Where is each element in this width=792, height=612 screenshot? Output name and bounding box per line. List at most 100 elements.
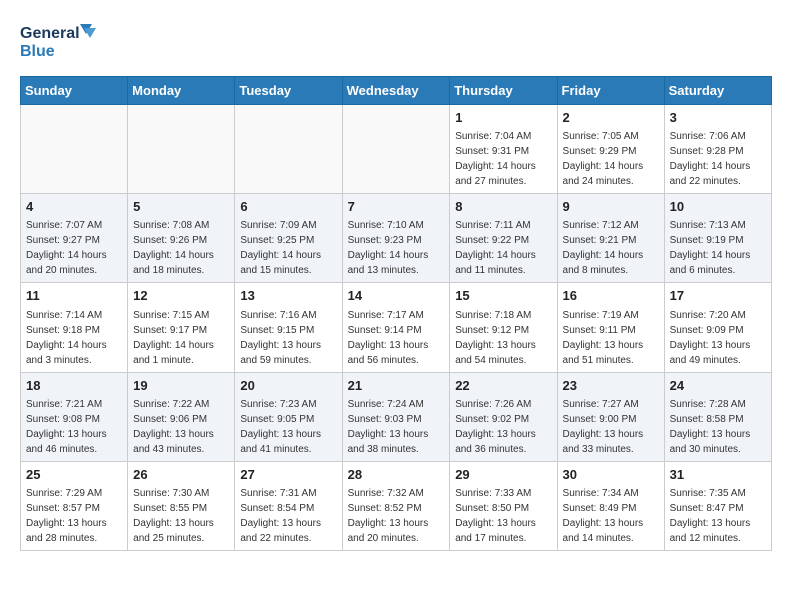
weekday-header-tuesday: Tuesday: [235, 77, 342, 105]
calendar-day-cell: 25 Sunrise: 7:29 AMSunset: 8:57 PMDayligh…: [21, 461, 128, 550]
calendar-day-cell: [21, 105, 128, 194]
day-info: Sunrise: 7:20 AMSunset: 9:09 PMDaylight:…: [670, 308, 766, 368]
day-number: 17: [670, 287, 766, 305]
day-number: 18: [26, 377, 122, 395]
calendar-week-row: 11 Sunrise: 7:14 AMSunset: 9:18 PMDayligh…: [21, 283, 772, 372]
weekday-header-thursday: Thursday: [450, 77, 557, 105]
day-info: Sunrise: 7:04 AMSunset: 9:31 PMDaylight:…: [455, 129, 551, 189]
calendar-day-cell: 3 Sunrise: 7:06 AMSunset: 9:28 PMDaylight…: [664, 105, 771, 194]
day-info: Sunrise: 7:26 AMSunset: 9:02 PMDaylight:…: [455, 397, 551, 457]
day-info: Sunrise: 7:28 AMSunset: 8:58 PMDaylight:…: [670, 397, 766, 457]
day-info: Sunrise: 7:23 AMSunset: 9:05 PMDaylight:…: [240, 397, 336, 457]
calendar-day-cell: [235, 105, 342, 194]
day-info: Sunrise: 7:05 AMSunset: 9:29 PMDaylight:…: [563, 129, 659, 189]
day-number: 27: [240, 466, 336, 484]
calendar-week-row: 18 Sunrise: 7:21 AMSunset: 9:08 PMDayligh…: [21, 372, 772, 461]
logo-icon: GeneralBlue: [20, 20, 100, 60]
calendar-day-cell: 2Sunrise: 7:05 AMSunset: 9:29 PMDaylight…: [557, 105, 664, 194]
calendar-day-cell: 23Sunrise: 7:27 AMSunset: 9:00 PMDayligh…: [557, 372, 664, 461]
day-info: Sunrise: 7:18 AMSunset: 9:12 PMDaylight:…: [455, 308, 551, 368]
day-info: Sunrise: 7:19 AMSunset: 9:11 PMDaylight:…: [563, 308, 659, 368]
day-info: Sunrise: 7:24 AMSunset: 9:03 PMDaylight:…: [348, 397, 445, 457]
day-info: Sunrise: 7:07 AMSunset: 9:27 PMDaylight:…: [26, 218, 122, 278]
calendar-day-cell: 13Sunrise: 7:16 AMSunset: 9:15 PMDayligh…: [235, 283, 342, 372]
day-number: 25: [26, 466, 122, 484]
day-info: Sunrise: 7:08 AMSunset: 9:26 PMDaylight:…: [133, 218, 229, 278]
calendar-day-cell: 16 Sunrise: 7:19 AMSunset: 9:11 PMDayligh…: [557, 283, 664, 372]
calendar-header-row: SundayMondayTuesdayWednesdayThursdayFrid…: [21, 77, 772, 105]
svg-text:Blue: Blue: [20, 43, 55, 60]
day-info: Sunrise: 7:13 AMSunset: 9:19 PMDaylight:…: [670, 218, 766, 278]
calendar-day-cell: 28 Sunrise: 7:32 AMSunset: 8:52 PMDayligh…: [342, 461, 450, 550]
day-number: 4: [26, 198, 122, 216]
calendar-day-cell: 20 Sunrise: 7:23 AMSunset: 9:05 PMDayligh…: [235, 372, 342, 461]
day-info: Sunrise: 7:16 AMSunset: 9:15 PMDaylight:…: [240, 308, 336, 368]
weekday-header-wednesday: Wednesday: [342, 77, 450, 105]
calendar-day-cell: 11 Sunrise: 7:14 AMSunset: 9:18 PMDayligh…: [21, 283, 128, 372]
page-header: GeneralBlue: [20, 20, 772, 60]
day-info: Sunrise: 7:15 AMSunset: 9:17 PMDaylight:…: [133, 308, 229, 368]
day-info: Sunrise: 7:17 AMSunset: 9:14 PMDaylight:…: [348, 308, 445, 368]
day-number: 19: [133, 377, 229, 395]
calendar-day-cell: [342, 105, 450, 194]
day-number: 15: [455, 287, 551, 305]
day-number: 26: [133, 466, 229, 484]
day-info: Sunrise: 7:33 AMSunset: 8:50 PMDaylight:…: [455, 486, 551, 546]
day-info: Sunrise: 7:30 AMSunset: 8:55 PMDaylight:…: [133, 486, 229, 546]
weekday-header-sunday: Sunday: [21, 77, 128, 105]
day-number: 16: [563, 287, 659, 305]
calendar-day-cell: 7 Sunrise: 7:10 AMSunset: 9:23 PMDaylight…: [342, 194, 450, 283]
calendar-day-cell: 27 Sunrise: 7:31 AMSunset: 8:54 PMDayligh…: [235, 461, 342, 550]
calendar-day-cell: 8Sunrise: 7:11 AMSunset: 9:22 PMDaylight…: [450, 194, 557, 283]
calendar-week-row: 4 Sunrise: 7:07 AMSunset: 9:27 PMDaylight…: [21, 194, 772, 283]
calendar-day-cell: 29 Sunrise: 7:33 AMSunset: 8:50 PMDayligh…: [450, 461, 557, 550]
day-info: Sunrise: 7:12 AMSunset: 9:21 PMDaylight:…: [563, 218, 659, 278]
weekday-header-monday: Monday: [128, 77, 235, 105]
calendar-day-cell: 30Sunrise: 7:34 AMSunset: 8:49 PMDayligh…: [557, 461, 664, 550]
day-number: 21: [348, 377, 445, 395]
day-info: Sunrise: 7:32 AMSunset: 8:52 PMDaylight:…: [348, 486, 445, 546]
day-info: Sunrise: 7:21 AMSunset: 9:08 PMDaylight:…: [26, 397, 122, 457]
day-number: 24: [670, 377, 766, 395]
day-info: Sunrise: 7:14 AMSunset: 9:18 PMDaylight:…: [26, 308, 122, 368]
calendar-day-cell: 18 Sunrise: 7:21 AMSunset: 9:08 PMDayligh…: [21, 372, 128, 461]
calendar-day-cell: 15 Sunrise: 7:18 AMSunset: 9:12 PMDayligh…: [450, 283, 557, 372]
calendar-day-cell: 21 Sunrise: 7:24 AMSunset: 9:03 PMDayligh…: [342, 372, 450, 461]
day-number: 10: [670, 198, 766, 216]
day-info: Sunrise: 7:27 AMSunset: 9:00 PMDaylight:…: [563, 397, 659, 457]
weekday-header-saturday: Saturday: [664, 77, 771, 105]
day-number: 7: [348, 198, 445, 216]
day-number: 22: [455, 377, 551, 395]
calendar-day-cell: 26 Sunrise: 7:30 AMSunset: 8:55 PMDayligh…: [128, 461, 235, 550]
calendar-day-cell: 5 Sunrise: 7:08 AMSunset: 9:26 PMDaylight…: [128, 194, 235, 283]
day-info: Sunrise: 7:29 AMSunset: 8:57 PMDaylight:…: [26, 486, 122, 546]
calendar-week-row: 1 Sunrise: 7:04 AMSunset: 9:31 PMDaylight…: [21, 105, 772, 194]
day-number: 3: [670, 109, 766, 127]
day-number: 1: [455, 109, 551, 127]
calendar-day-cell: 22 Sunrise: 7:26 AMSunset: 9:02 PMDayligh…: [450, 372, 557, 461]
day-info: Sunrise: 7:31 AMSunset: 8:54 PMDaylight:…: [240, 486, 336, 546]
calendar-day-cell: 10 Sunrise: 7:13 AMSunset: 9:19 PMDayligh…: [664, 194, 771, 283]
calendar-day-cell: 24 Sunrise: 7:28 AMSunset: 8:58 PMDayligh…: [664, 372, 771, 461]
calendar-day-cell: 17 Sunrise: 7:20 AMSunset: 9:09 PMDayligh…: [664, 283, 771, 372]
day-info: Sunrise: 7:09 AMSunset: 9:25 PMDaylight:…: [240, 218, 336, 278]
day-number: 20: [240, 377, 336, 395]
day-info: Sunrise: 7:35 AMSunset: 8:47 PMDaylight:…: [670, 486, 766, 546]
day-number: 14: [348, 287, 445, 305]
calendar-week-row: 25 Sunrise: 7:29 AMSunset: 8:57 PMDayligh…: [21, 461, 772, 550]
day-number: 29: [455, 466, 551, 484]
day-number: 5: [133, 198, 229, 216]
day-number: 11: [26, 287, 122, 305]
calendar-table: SundayMondayTuesdayWednesdayThursdayFrid…: [20, 76, 772, 551]
day-number: 31: [670, 466, 766, 484]
calendar-day-cell: 31 Sunrise: 7:35 AMSunset: 8:47 PMDayligh…: [664, 461, 771, 550]
day-number: 12: [133, 287, 229, 305]
day-info: Sunrise: 7:22 AMSunset: 9:06 PMDaylight:…: [133, 397, 229, 457]
day-number: 28: [348, 466, 445, 484]
svg-text:General: General: [20, 25, 80, 42]
calendar-day-cell: 4 Sunrise: 7:07 AMSunset: 9:27 PMDaylight…: [21, 194, 128, 283]
logo: GeneralBlue: [20, 20, 100, 60]
calendar-day-cell: 14 Sunrise: 7:17 AMSunset: 9:14 PMDayligh…: [342, 283, 450, 372]
day-info: Sunrise: 7:10 AMSunset: 9:23 PMDaylight:…: [348, 218, 445, 278]
day-info: Sunrise: 7:06 AMSunset: 9:28 PMDaylight:…: [670, 129, 766, 189]
